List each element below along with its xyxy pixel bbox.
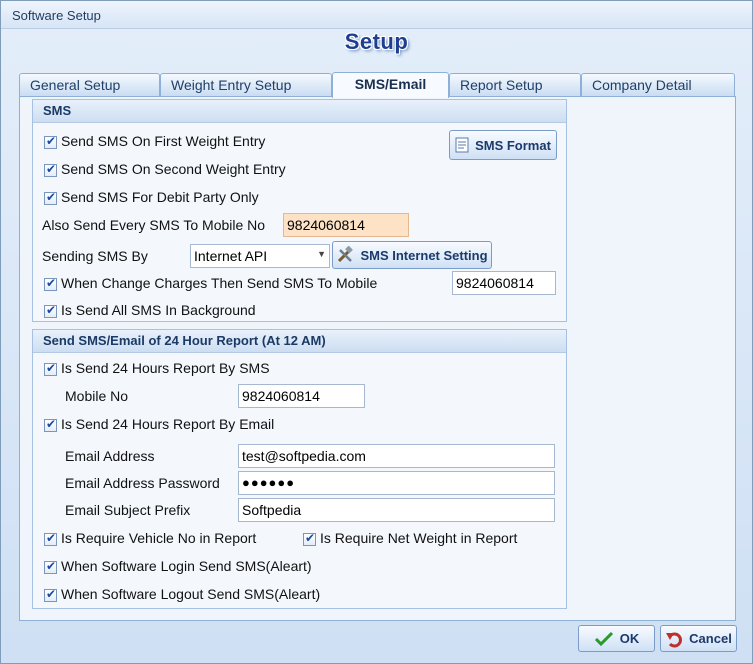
tab-label: Company Detail [592, 77, 692, 93]
change-charges-mobile-input[interactable]: 9824060814 [452, 271, 556, 295]
first-entry-checkbox[interactable] [44, 134, 57, 149]
sms-format-button[interactable]: SMS Format [449, 130, 557, 160]
report-by-email-checkbox[interactable] [44, 417, 57, 432]
check-icon [594, 631, 613, 646]
tab-report-setup[interactable]: Report Setup [449, 73, 581, 97]
first-entry-label: Send SMS On First Weight Entry [61, 133, 266, 149]
login-sms-label: When Software Login Send SMS(Aleart) [61, 558, 312, 574]
email-address-label: Email Address [65, 448, 155, 464]
net-weight-checkbox[interactable] [303, 531, 316, 546]
tab-weight-entry-setup[interactable]: Weight Entry Setup [160, 73, 332, 97]
logout-sms-checkbox[interactable] [44, 587, 57, 602]
ok-button[interactable]: OK [578, 625, 655, 652]
document-icon [455, 137, 469, 153]
vehicle-no-label: Is Require Vehicle No in Report [61, 530, 257, 546]
debit-party-label: Send SMS For Debit Party Only [61, 189, 259, 205]
sms-internet-setting-button[interactable]: SMS Internet Setting [332, 241, 492, 269]
email-password-input[interactable]: ●●●●●● [238, 471, 555, 495]
email-subject-input[interactable]: Softpedia [238, 498, 555, 522]
tab-label: Report Setup [460, 77, 543, 93]
chevron-down-icon: ▼ [317, 249, 326, 259]
change-charges-checkbox[interactable] [44, 276, 57, 291]
tools-icon [338, 246, 354, 263]
tab-label: SMS/Email [354, 76, 427, 92]
undo-icon [666, 632, 683, 647]
tab-general-setup[interactable]: General Setup [19, 73, 160, 97]
sms-group: SMS Send SMS On First Weight Entry Send … [32, 99, 567, 322]
second-entry-checkbox[interactable] [44, 162, 57, 177]
cancel-label: Cancel [689, 631, 732, 646]
cancel-button[interactable]: Cancel [660, 625, 737, 652]
tab-label: General Setup [30, 77, 121, 93]
debit-party-checkbox[interactable] [44, 190, 57, 205]
background-label: Is Send All SMS In Background [61, 302, 256, 318]
tab-sms-email[interactable]: SMS/Email [332, 72, 449, 98]
login-sms-checkbox[interactable] [44, 559, 57, 574]
second-entry-label: Send SMS On Second Weight Entry [61, 161, 286, 177]
sending-by-value: Internet API [194, 248, 268, 264]
sms-format-label: SMS Format [475, 137, 551, 153]
change-charges-label: When Change Charges Then Send SMS To Mob… [61, 275, 378, 291]
ok-label: OK [619, 631, 640, 646]
title-bar: Software Setup [1, 1, 752, 29]
window-title: Software Setup [12, 8, 101, 23]
sms-group-header: SMS [33, 100, 566, 123]
sending-by-select[interactable]: Internet API ▼ [190, 244, 330, 268]
email-password-label: Email Address Password [65, 475, 220, 491]
mobile-no-input[interactable]: 9824060814 [238, 384, 365, 408]
email-address-input[interactable]: test@softpedia.com [238, 444, 555, 468]
background-checkbox[interactable] [44, 303, 57, 318]
sms-email-tab-panel: SMS Send SMS On First Weight Entry Send … [19, 96, 736, 621]
also-send-mobile-input[interactable]: 9824060814 [283, 213, 409, 237]
tab-company-detail[interactable]: Company Detail [581, 73, 735, 97]
report-group: Send SMS/Email of 24 Hour Report (At 12 … [32, 329, 567, 609]
mobile-no-label: Mobile No [65, 388, 129, 404]
sms-internet-setting-label: SMS Internet Setting [360, 247, 488, 263]
also-send-label: Also Send Every SMS To Mobile No [42, 217, 266, 233]
email-subject-label: Email Subject Prefix [65, 502, 191, 518]
tab-label: Weight Entry Setup [171, 77, 292, 93]
software-setup-window: Software Setup Setup General Setup Weigh… [0, 0, 753, 664]
report-group-header: Send SMS/Email of 24 Hour Report (At 12 … [33, 330, 566, 353]
report-by-email-label: Is Send 24 Hours Report By Email [61, 416, 275, 432]
logout-sms-label: When Software Logout Send SMS(Aleart) [61, 586, 321, 602]
net-weight-label: Is Require Net Weight in Report [320, 530, 518, 546]
vehicle-no-checkbox[interactable] [44, 531, 57, 546]
sending-by-label: Sending SMS By [42, 248, 148, 264]
report-by-sms-label: Is Send 24 Hours Report By SMS [61, 360, 270, 376]
report-by-sms-checkbox[interactable] [44, 361, 57, 376]
page-title: Setup [344, 29, 409, 54]
